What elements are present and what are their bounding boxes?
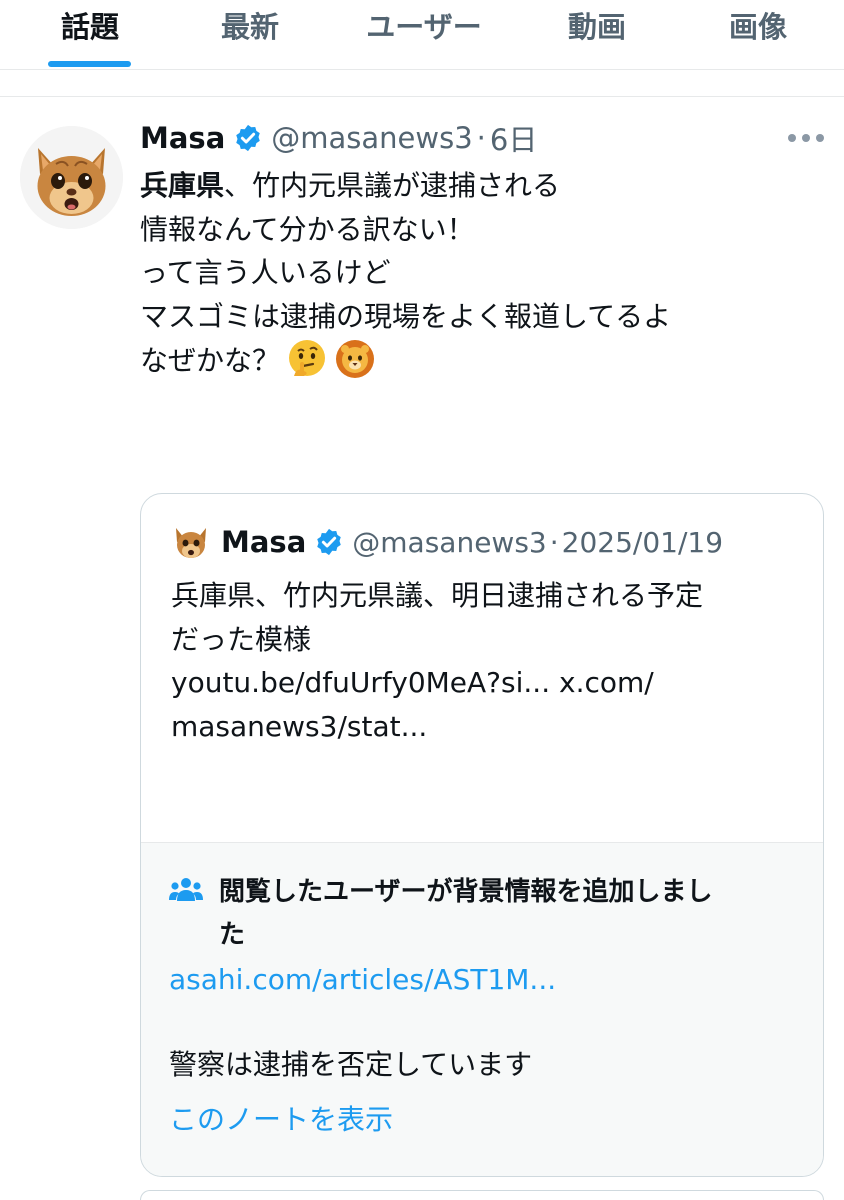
timestamp[interactable]: 6日 [490, 117, 537, 159]
quoted-link-line[interactable]: masanews3/stat... [171, 705, 811, 749]
tab-latest[interactable]: 最新 [221, 4, 279, 44]
tab-images[interactable]: 画像 [729, 4, 787, 44]
community-note[interactable]: 閲覧したユーザーが背景情報を追加しまし た asahi.com/articles… [141, 842, 823, 1176]
cat-avatar-icon [176, 528, 206, 558]
tab-top[interactable]: 話題 [61, 4, 119, 44]
hashtag-bold: 兵庫県 [140, 169, 225, 202]
quoted-tweet-card[interactable]: Masa @masanews3 · 2025/01/19 兵庫県、竹内元県議、明… [140, 493, 824, 1177]
search-tab-bar: 話題 最新 ユーザー 動画 画像 [0, 0, 844, 70]
quoted-handle: @masanews3 [352, 525, 547, 559]
tweet-text: 兵庫県、竹内元県議が逮捕される 情報なんて分かる訳ない！ って言う人いるけど マ… [140, 164, 820, 382]
active-tab-indicator [48, 61, 131, 67]
lion-face-icon [336, 340, 375, 378]
tweet-line: なぜかな？ [140, 344, 281, 377]
tab-users[interactable]: ユーザー [366, 4, 481, 44]
quoted-link-line[interactable]: youtu.be/dfuUrfy0MeA?si... x.com/ [171, 661, 811, 705]
thinking-face-icon [289, 340, 326, 376]
tweet-line: 、竹内元県議が逮捕される [224, 169, 561, 202]
quoted-tweet-text: 兵庫県、竹内元県議、明日逮捕される予定 だった模様 youtu.be/dfuUr… [171, 574, 811, 748]
quoted-line: だった模様 [171, 622, 312, 656]
next-card-edge [140, 1190, 824, 1200]
quoted-line: 兵庫県、竹内元県議、明日逮捕される予定 [171, 579, 704, 612]
tweet-line: って言う人いるけど [140, 256, 391, 289]
note-title-line: た [219, 920, 246, 950]
note-source-link[interactable]: asahi.com/articles/AST1M... [169, 963, 556, 996]
tab-videos[interactable]: 動画 [568, 4, 626, 44]
verified-badge-icon [236, 124, 261, 152]
quoted-display-name: Masa [221, 525, 307, 559]
divider [0, 96, 844, 97]
quoted-timestamp: 2025/01/19 [561, 525, 724, 559]
tweet-line: 情報なんて分かる訳ない！ [140, 212, 475, 246]
separator-dot: · [476, 121, 486, 155]
quoted-tweet-header: Masa @masanews3 · 2025/01/19 [171, 522, 723, 562]
note-title-line: 閲覧したユーザーが背景情報を追加しまし [219, 877, 713, 907]
tweet-line: マスゴミは逮捕の現場をよく報道してるよ [140, 299, 672, 333]
display-name[interactable]: Masa [140, 121, 225, 155]
show-note-link[interactable]: このノートを表示 [169, 1098, 393, 1138]
tweet-header: Masa @masanews3 · 6日 [140, 118, 537, 158]
separator-dot: · [549, 525, 559, 559]
handle[interactable]: @masanews3 [271, 121, 472, 155]
community-note-title: 閲覧したユーザーが背景情報を追加しまし た [219, 871, 809, 957]
more-options-icon[interactable] [788, 126, 824, 150]
verified-badge-icon [317, 528, 342, 556]
cat-avatar-icon[interactable] [20, 126, 123, 229]
note-text: 警察は逮捕を否定しています [169, 1048, 533, 1081]
people-group-icon [169, 878, 203, 901]
